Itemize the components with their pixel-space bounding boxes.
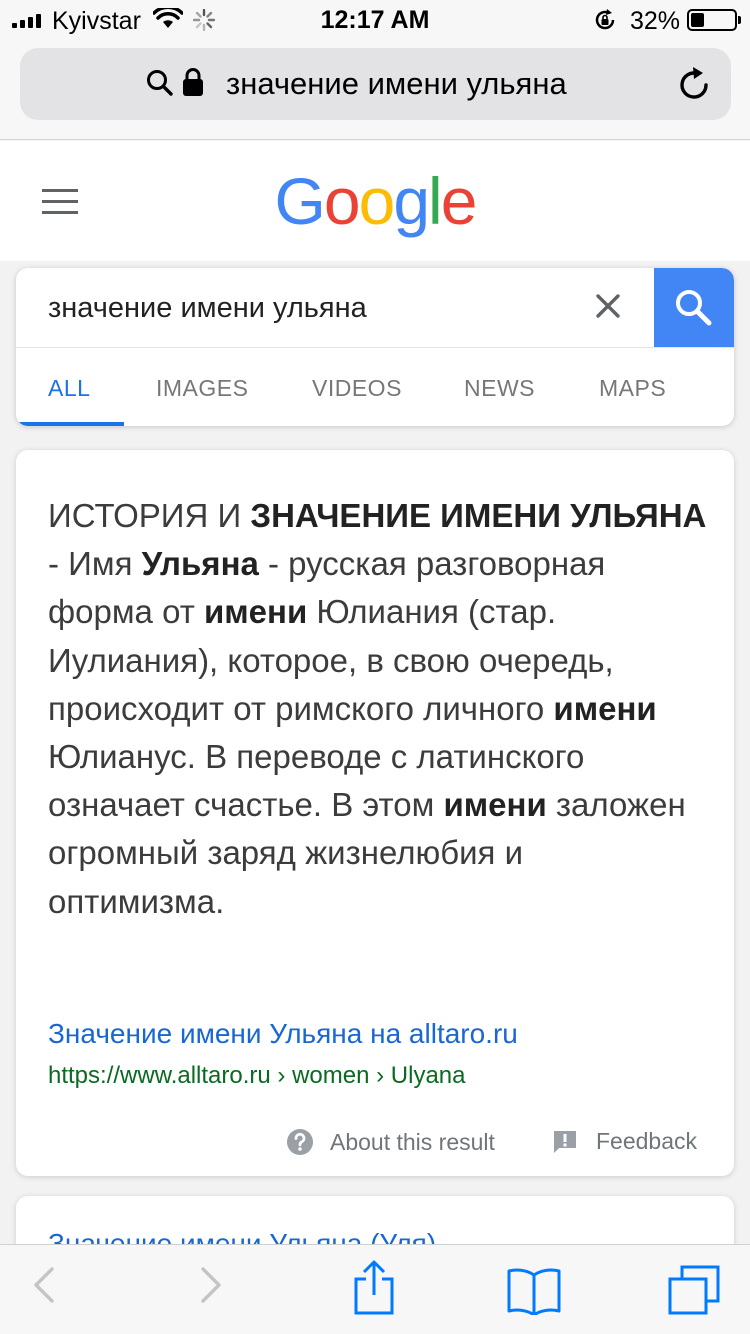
snippet-emphasis: имени [203,593,308,631]
tab-news[interactable]: NEWS [464,375,535,402]
web-content: Google значение имени ульяна ALL IMAGES … [0,141,750,1244]
feedback-icon [554,1130,576,1153]
tab-maps[interactable]: MAPS [599,375,666,402]
about-this-result-button[interactable]: About this result [286,1128,495,1156]
battery-percentage: 32% [630,7,681,35]
snippet-text: ИСТОРИЯ И [48,497,251,534]
snippet-emphasis: имени [553,689,657,727]
result-snippet: ИСТОРИЯ И ЗНАЧЕНИЕ ИМЕНИ УЛЬЯНА - Имя Ул… [48,492,708,926]
browser-toolbar [0,1244,750,1334]
google-logo[interactable]: Google [0,163,750,239]
bookmarks-icon[interactable] [507,1267,561,1315]
search-icon [676,290,712,326]
result-title-link[interactable]: Значение имени Ульяна на alltaro.ru [48,1018,518,1050]
featured-result-card: ИСТОРИЯ И ЗНАЧЕНИЕ ИМЕНИ УЛЬЯНА - Имя Ул… [16,450,734,1176]
result-title-link[interactable]: Значение имени Ульяна (Уля) [48,1228,436,1244]
snippet-emphasis: имени [443,786,547,824]
tab-all[interactable]: ALL [48,375,90,402]
feedback-button[interactable]: Feedback [552,1128,697,1155]
google-header: Google [0,141,750,261]
feedback-label: Feedback [596,1128,698,1154]
help-icon [287,1129,313,1155]
second-result-card: Значение имени Ульяна (Уля) [16,1196,734,1244]
status-bar: Kyivstar 12:17 AM 32% [0,0,750,40]
lock-icon [183,68,203,96]
clear-icon[interactable] [594,292,622,320]
tabs-icon[interactable] [668,1265,720,1315]
about-label: About this result [330,1128,495,1155]
search-input[interactable]: значение имени ульяна [48,292,367,325]
snippet-emphasis: Ульяна [141,545,259,583]
search-button[interactable] [654,268,734,347]
reload-icon[interactable] [678,66,712,102]
back-icon[interactable] [32,1265,56,1305]
search-icon [147,70,173,96]
snippet-text: - Имя [48,545,142,583]
tab-images[interactable]: IMAGES [156,375,248,402]
search-tabs: ALL IMAGES VIDEOS NEWS MAPS [16,347,734,426]
snippet-emphasis: ЗНАЧЕНИЕ ИМЕНИ УЛЬЯНА [250,497,707,534]
url-text: значение имени ульяна [226,66,567,101]
result-url[interactable]: https://www.alltaro.ru › women › Ulyana [48,1062,465,1090]
search-box-card: значение имени ульяна ALL IMAGES VIDEOS … [16,268,734,426]
browser-top-bar: значение имени ульяна [0,40,750,140]
battery-icon [687,9,741,31]
active-tab-indicator [16,422,124,426]
forward-icon[interactable] [199,1265,223,1305]
tab-videos[interactable]: VIDEOS [312,375,402,402]
address-bar[interactable]: значение имени ульяна [20,48,731,120]
share-icon[interactable] [352,1259,396,1315]
rotation-lock-icon [595,9,615,30]
